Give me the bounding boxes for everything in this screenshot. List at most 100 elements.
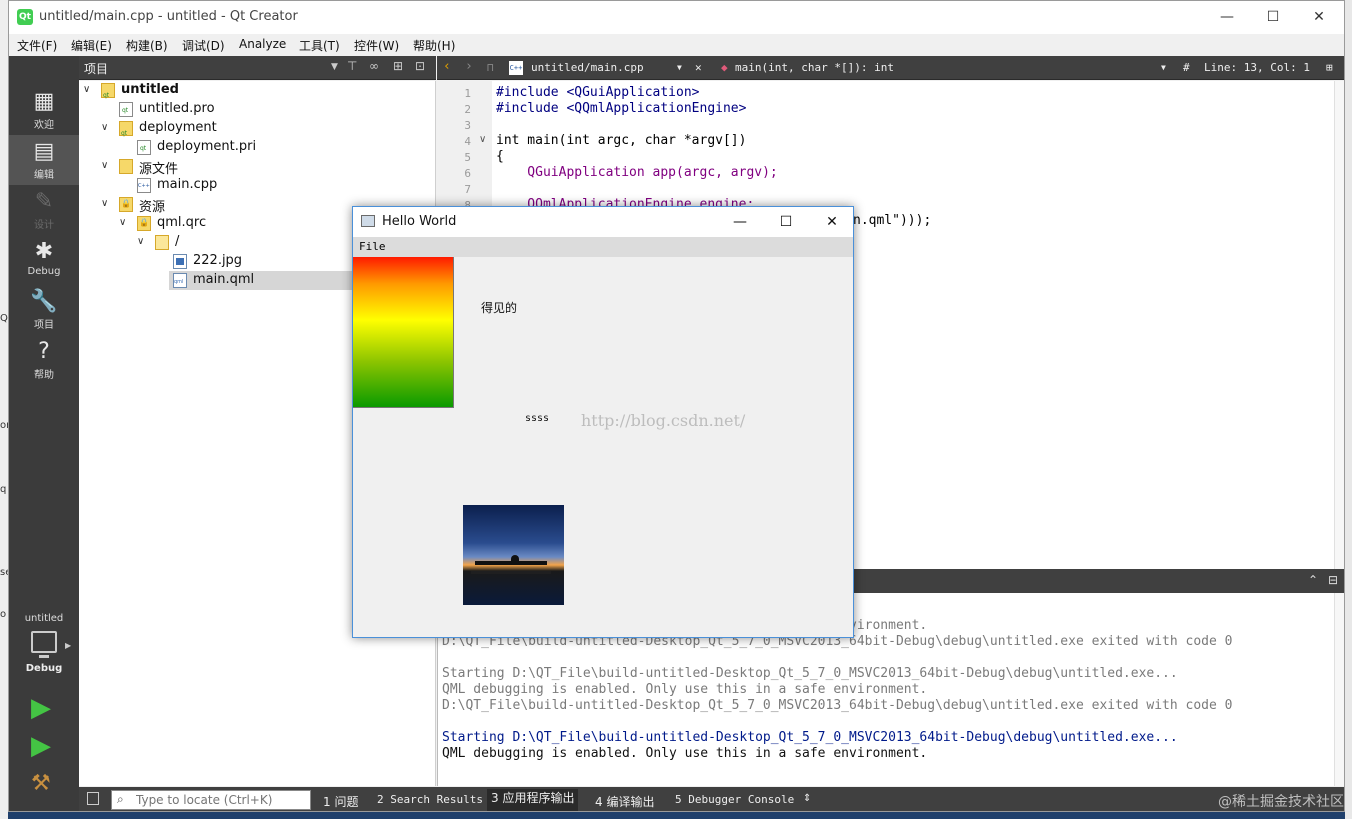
forward-icon[interactable]: ›	[465, 59, 473, 74]
locator-input[interactable]	[136, 792, 306, 808]
maximize-icon[interactable]: ☐	[763, 207, 809, 237]
mode-welcome[interactable]: ▦ 欢迎	[9, 85, 79, 135]
close-pane-icon[interactable]: ⊟	[1328, 573, 1338, 587]
menu-widgets[interactable]: 控件(W)	[354, 37, 399, 54]
chevron-down-icon[interactable]: ∨	[137, 236, 144, 247]
build-hammer-icon[interactable]: ⚒	[31, 770, 51, 798]
desktop-right-edge	[1345, 0, 1352, 819]
menu-file[interactable]: 文件(F)	[17, 37, 57, 54]
line-number: 3	[464, 119, 471, 132]
chevron-down-icon[interactable]: ∨	[101, 198, 108, 209]
menu-edit[interactable]: 编辑(E)	[71, 37, 112, 54]
hello-world-title: Hello World	[382, 214, 457, 229]
back-icon[interactable]: ‹	[443, 59, 451, 74]
function-icon: ◆	[721, 61, 728, 74]
code-line: int main(int argc, char *argv[])	[496, 133, 747, 148]
hello-world-titlebar[interactable]: Hello World — ☐ ✕	[353, 207, 853, 237]
help-icon: ?	[38, 339, 50, 364]
chevron-down-icon[interactable]: ▼	[677, 63, 682, 72]
window-title: untitled/main.cpp - untitled - Qt Creato…	[39, 9, 298, 24]
split-icon[interactable]: ⊞	[393, 59, 403, 73]
open-file-name[interactable]: untitled/main.cpp	[531, 61, 644, 74]
pri-file-icon	[137, 140, 151, 155]
close-file-icon[interactable]: ✕	[695, 61, 702, 74]
output-line: D:\QT_File\build-untitled-Desktop_Qt_5_7…	[442, 698, 1233, 713]
menu-build[interactable]: 构建(B)	[126, 37, 168, 54]
run-icon[interactable]: ▶	[31, 694, 51, 722]
kit-arrow-icon[interactable]: ▶	[65, 641, 71, 650]
toggle-sidebar-icon[interactable]	[87, 792, 99, 805]
desktop-glyph: o	[0, 609, 7, 620]
qml-text-label: 得见的	[481, 301, 518, 315]
menu-file[interactable]: File	[359, 240, 386, 253]
search-icon: ⌕	[117, 792, 124, 806]
mode-selector: ▦ 欢迎 ▤ 编辑 ✎ 设计 ✱ Debug 🔧 项目 ? 帮助 untitle…	[9, 56, 79, 811]
pane-tab-label: 应用程序输出	[502, 791, 575, 805]
code-line: n.qml")));	[853, 213, 932, 228]
tree-item-label: 资源	[139, 200, 166, 215]
minimize-icon[interactable]: —	[717, 207, 763, 237]
link-icon[interactable]: ∞	[369, 59, 379, 73]
mode-label: 编辑	[34, 170, 54, 181]
debug-run-icon[interactable]: ▶	[31, 732, 51, 760]
menu-help[interactable]: 帮助(H)	[413, 37, 455, 54]
symbol-selector[interactable]: main(int, char *[]): int	[735, 61, 894, 74]
kit-monitor-icon[interactable]	[31, 631, 57, 658]
tree-item[interactable]: ∨ deployment	[79, 119, 435, 138]
sunset-image	[463, 505, 564, 605]
window-titlebar[interactable]: Qt untitled/main.cpp - untitled - Qt Cre…	[9, 1, 1344, 34]
window-app-icon	[361, 215, 375, 227]
blog-watermark: http://blog.csdn.net/	[581, 411, 746, 430]
mode-edit[interactable]: ▤ 编辑	[9, 135, 79, 185]
close-panel-icon[interactable]: ⊡	[415, 59, 425, 73]
pane-tab-search[interactable]: 2 Search Results	[377, 793, 483, 806]
chevron-down-icon[interactable]: ▼	[1161, 63, 1166, 72]
tree-item-label: deployment	[139, 120, 217, 135]
mode-debug[interactable]: ✱ Debug	[9, 235, 79, 285]
mode-projects[interactable]: 🔧 项目	[9, 285, 79, 335]
tree-item[interactable]: ∨ untitled	[79, 81, 435, 100]
grid-icon: ▦	[33, 89, 55, 114]
maximize-icon[interactable]: ☐	[1250, 1, 1296, 33]
split-icon[interactable]: ⊞	[1326, 61, 1333, 74]
editor-scrollbar[interactable]	[1334, 81, 1344, 569]
mode-label: 设计	[34, 220, 54, 231]
pane-tab-compile-output[interactable]: 4 编译输出	[595, 793, 654, 810]
cursor-position[interactable]: Line: 13, Col: 1	[1204, 61, 1310, 74]
menu-tools[interactable]: 工具(T)	[299, 37, 340, 54]
mode-design[interactable]: ✎ 设计	[9, 185, 79, 235]
tree-item[interactable]: deployment.pri	[79, 138, 435, 157]
more-tabs-icon[interactable]: ⇕	[803, 793, 811, 804]
chevron-up-icon[interactable]: ⌃	[1308, 573, 1318, 587]
fold-chevron-icon[interactable]: ∨	[479, 134, 486, 145]
mode-label: Debug	[27, 266, 61, 277]
output-scrollbar[interactable]	[1334, 593, 1344, 786]
cpp-file-icon	[137, 178, 151, 193]
chevron-down-icon[interactable]: ∨	[83, 84, 90, 95]
pane-tab-label: Search Results	[390, 793, 483, 806]
qml-file-icon	[173, 273, 187, 288]
chevron-down-icon[interactable]: ▼	[331, 62, 338, 72]
pane-tab-issues[interactable]: 1 问题	[323, 793, 358, 810]
hash-marker[interactable]: #	[1183, 61, 1190, 74]
minimize-icon[interactable]: —	[1204, 1, 1250, 33]
pane-tab-app-output[interactable]: 3 应用程序输出	[487, 789, 579, 811]
close-icon[interactable]: ✕	[1296, 1, 1342, 33]
locator[interactable]: ⌕	[111, 790, 311, 810]
chevron-down-icon[interactable]: ∨	[101, 122, 108, 133]
code-line: {	[496, 149, 504, 164]
close-icon[interactable]: ✕	[809, 207, 853, 237]
filter-icon[interactable]: ⊤	[347, 59, 357, 73]
chevron-down-icon[interactable]: ∨	[119, 217, 126, 228]
pane-tab-debugger-console[interactable]: 5 Debugger Console	[675, 793, 794, 806]
menu-analyze[interactable]: Analyze	[239, 37, 286, 51]
menu-debug[interactable]: 调试(D)	[182, 37, 225, 54]
output-line: QML debugging is enabled. Only use this …	[442, 746, 928, 761]
tree-item[interactable]: untitled.pro	[79, 100, 435, 119]
pane-tab-number: 3	[491, 791, 499, 805]
code-line: QGuiApplication app(argc, argv);	[496, 165, 778, 180]
tree-item[interactable]: ∨ 源文件	[79, 157, 435, 177]
mode-help[interactable]: ? 帮助	[9, 335, 79, 385]
chevron-down-icon[interactable]: ∨	[101, 160, 108, 171]
tree-item[interactable]: main.cpp	[79, 176, 435, 195]
